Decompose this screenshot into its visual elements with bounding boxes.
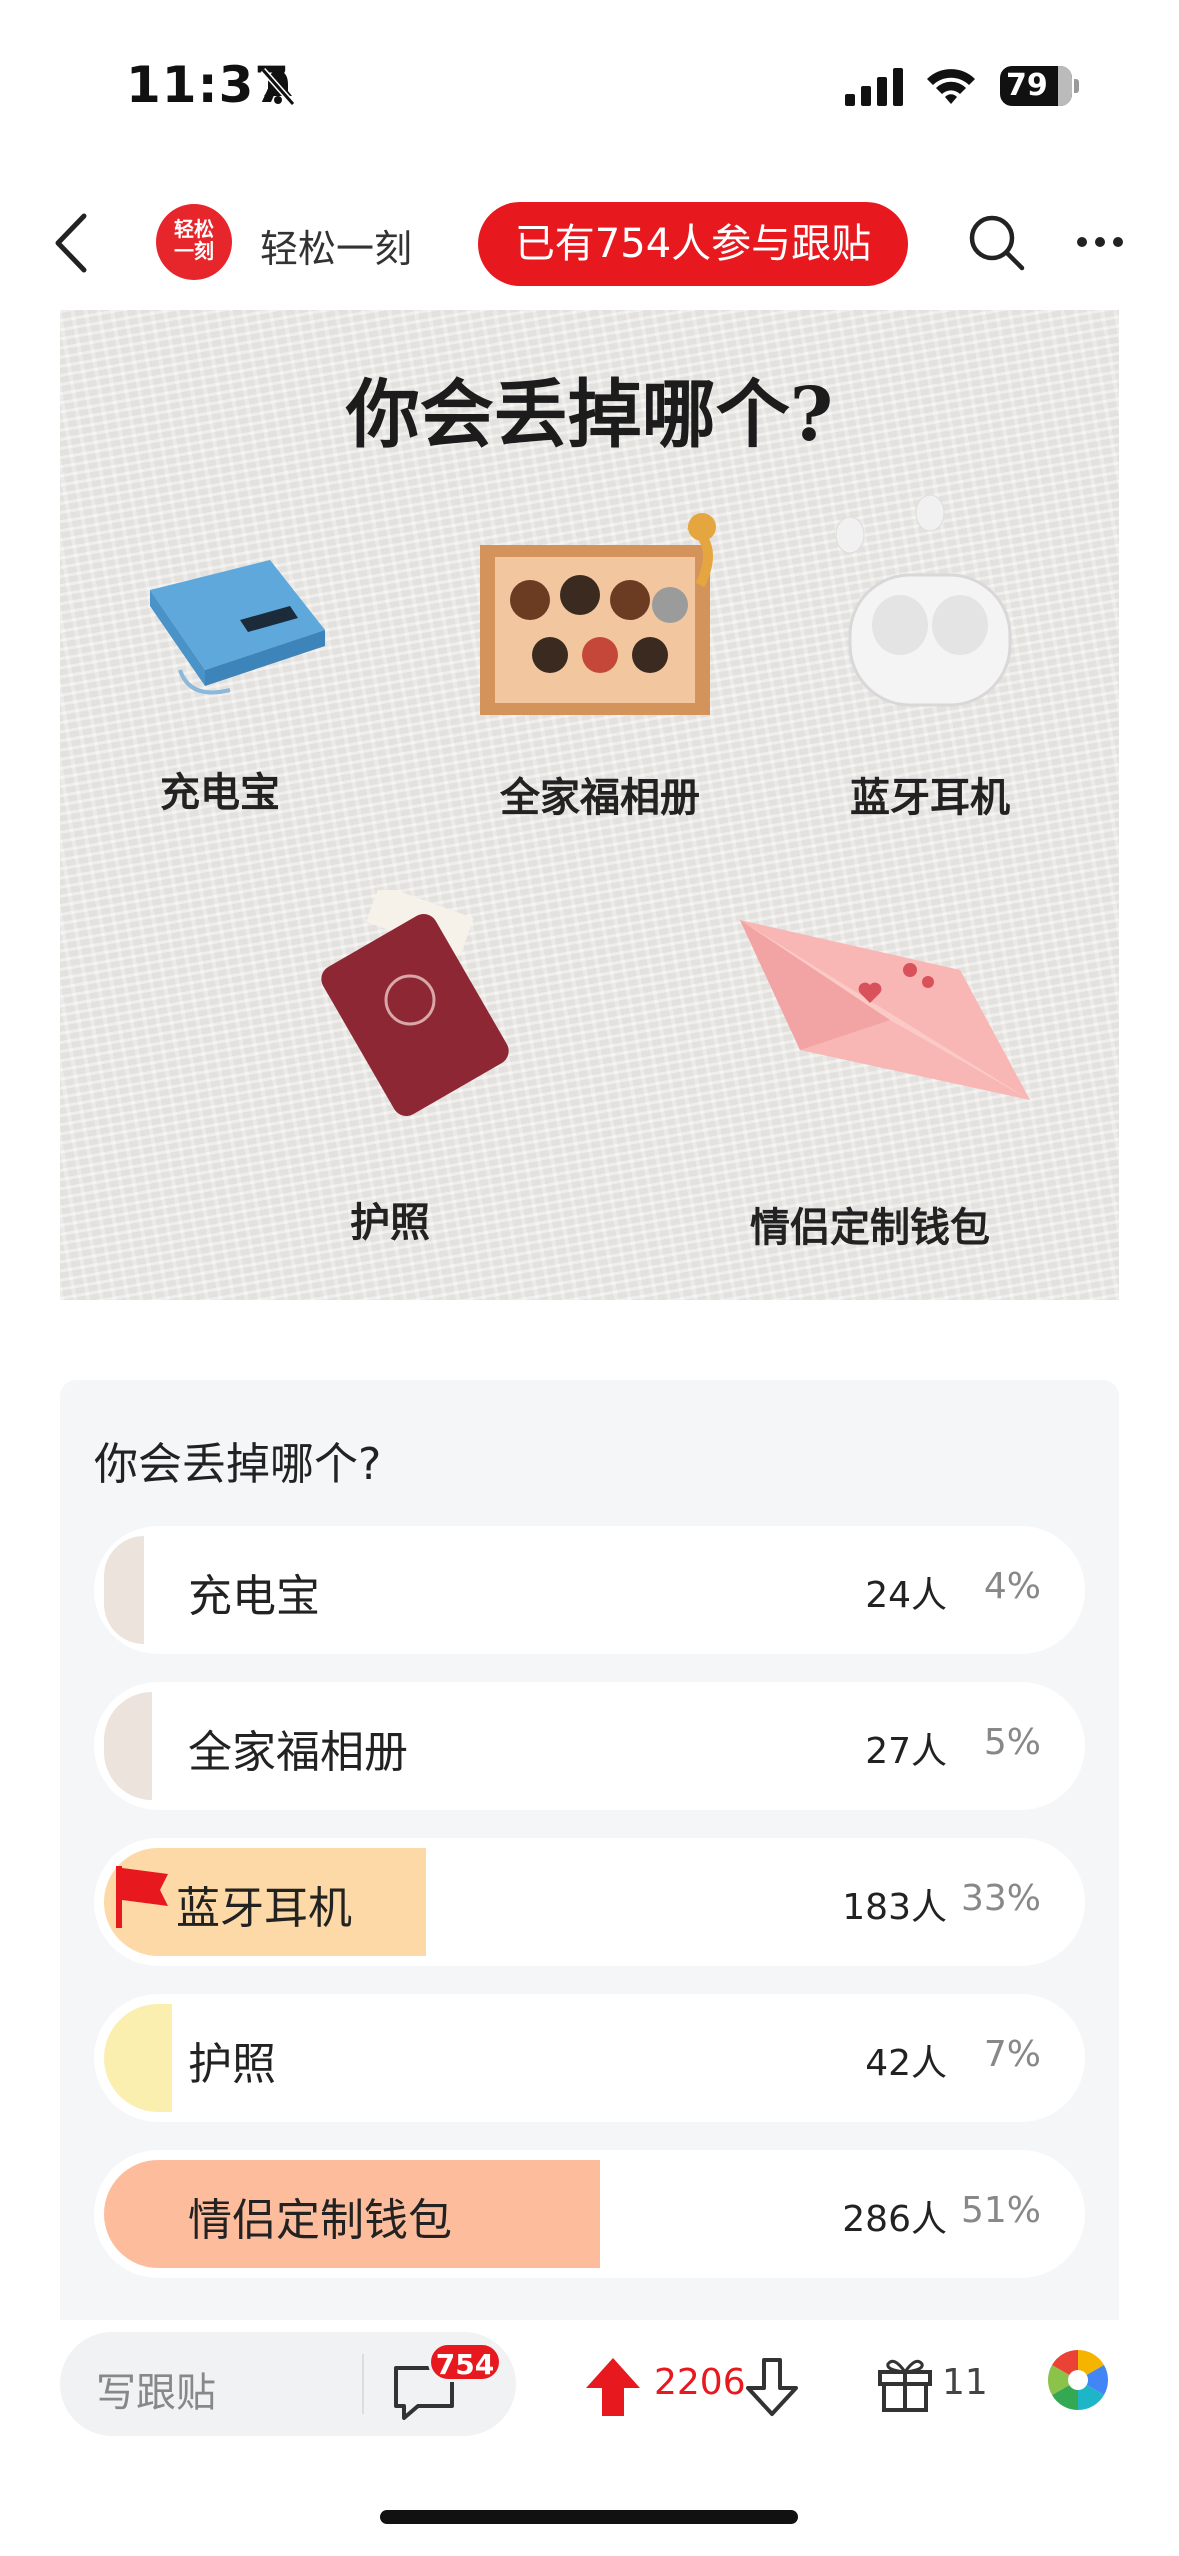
channel-avatar[interactable]: 轻松 一刻	[156, 204, 232, 280]
gift-icon[interactable]	[874, 2352, 936, 2414]
share-aperture-icon[interactable]	[1046, 2348, 1110, 2412]
upvote-count: 2206	[654, 2362, 746, 2403]
avatar-text-bottom: 一刻	[174, 239, 214, 263]
poll-option-percent: 5%	[983, 1722, 1041, 1763]
poll-option-percent: 4%	[983, 1566, 1041, 1607]
poll-option[interactable]: 充电宝 24人 4%	[94, 1526, 1085, 1654]
poster-item-label: 护照	[350, 1199, 430, 1246]
comment-placeholder: 写跟贴	[96, 2370, 216, 2416]
poll-card: 你会丢掉哪个? 充电宝 24人 4% 全家福相册 27人 5% 蓝牙耳机 183…	[60, 1380, 1119, 2320]
poll-poster-image[interactable]: 你会丢掉哪个? 充电宝 全家福相册 蓝牙耳机 护照 情侣定制钱包	[60, 310, 1119, 1300]
poll-option-bar	[104, 2004, 172, 2112]
poster-item-label: 充电宝	[160, 769, 280, 816]
more-options-icon[interactable]	[1076, 236, 1124, 248]
poll-option[interactable]: 情侣定制钱包 286人 51%	[94, 2150, 1085, 2278]
poll-option-percent: 33%	[960, 1878, 1041, 1919]
comment-input[interactable]: 写跟贴 754	[60, 2332, 516, 2436]
poll-option-percent: 51%	[960, 2190, 1041, 2231]
power-bank-icon	[150, 560, 325, 695]
search-icon[interactable]	[966, 212, 1026, 272]
battery-indicator: 79	[1000, 66, 1079, 106]
poll-option-label: 充电宝	[188, 1571, 320, 1622]
gift-count: 11	[942, 2362, 988, 2403]
poster-item-label: 蓝牙耳机	[850, 774, 1010, 821]
downvote-arrow-icon[interactable]	[744, 2356, 800, 2418]
poll-option-count: 42人	[865, 2043, 947, 2084]
poll-option-bar	[104, 1536, 144, 1644]
upvote-arrow-icon[interactable]	[584, 2356, 642, 2418]
post-header: 轻松 一刻 轻松一刻 已有754人参与跟贴	[0, 190, 1179, 300]
bell-muted-icon	[260, 68, 296, 106]
passport-icon	[321, 890, 509, 1116]
poll-option-label: 蓝牙耳机	[176, 1883, 352, 1934]
poll-option-count: 183人	[842, 1887, 947, 1928]
battery-empty-part	[1058, 66, 1072, 106]
poll-option-count: 27人	[865, 1731, 947, 1772]
battery-level: 79	[1006, 68, 1048, 103]
join-discussion-button[interactable]: 已有754人参与跟贴	[478, 202, 908, 286]
status-bar: 11:37 79	[0, 0, 1179, 170]
poll-option-count: 286人	[842, 2199, 947, 2240]
love-envelope-icon	[740, 920, 1030, 1100]
avatar-text-top: 轻松	[174, 217, 214, 241]
poll-option[interactable]: 护照 42人 7%	[94, 1994, 1085, 2122]
poster-item-label: 全家福相册	[500, 774, 700, 821]
battery-tip	[1074, 79, 1079, 93]
poll-option-label: 全家福相册	[188, 1727, 408, 1778]
wifi-icon	[927, 69, 975, 104]
comment-count-badge: 754	[428, 2342, 502, 2382]
battery-body: 79	[1000, 66, 1072, 106]
poll-title: 你会丢掉哪个?	[94, 1439, 382, 1490]
poster-title: 你会丢掉哪个?	[345, 372, 834, 458]
earbuds-icon	[835, 494, 1012, 707]
poll-option[interactable]: 全家福相册 27人 5%	[94, 1682, 1085, 1810]
poll-option-percent: 7%	[983, 2034, 1041, 2075]
poll-option-bar	[104, 1692, 152, 1800]
flag-icon	[116, 1866, 168, 1928]
channel-name[interactable]: 轻松一刻	[260, 218, 412, 273]
bottom-action-bar: 写跟贴 754 2206 11	[0, 2320, 1179, 2480]
divider	[362, 2354, 364, 2414]
cellular-signal-icon	[845, 68, 903, 106]
poll-option-selected[interactable]: 蓝牙耳机 183人 33%	[94, 1838, 1085, 1966]
back-arrow-icon[interactable]	[50, 210, 94, 276]
family-photo-icon	[480, 513, 716, 715]
poll-option-label: 情侣定制钱包	[188, 2195, 452, 2246]
home-indicator	[380, 2510, 798, 2524]
poster-item-label: 情侣定制钱包	[750, 1204, 990, 1251]
poll-option-label: 护照	[188, 2039, 276, 2090]
poll-option-count: 24人	[865, 1575, 947, 1616]
